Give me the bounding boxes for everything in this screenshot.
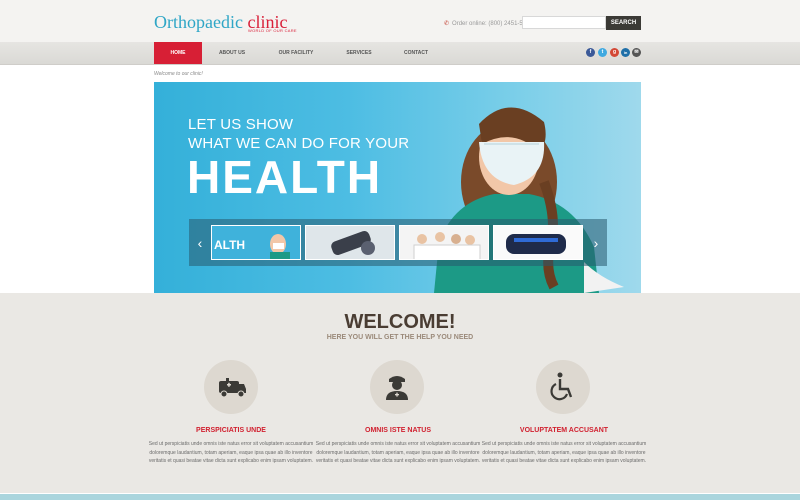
- chevron-right-icon[interactable]: ›: [589, 229, 603, 257]
- doctor-icon: [386, 376, 408, 400]
- welcome-title: WELCOME!: [344, 311, 456, 333]
- feature-circle-3: [536, 360, 590, 414]
- top-bar: [0, 0, 800, 42]
- phone-icon: ✆: [444, 21, 450, 27]
- thumb-team-image: [413, 232, 481, 259]
- email-icon[interactable]: ✉: [632, 48, 641, 57]
- nav-item-about-us[interactable]: ABOUT US: [206, 42, 258, 64]
- search-input[interactable]: [522, 16, 606, 29]
- hero-banner: LET US SHOW WHAT WE CAN DO FOR YOUR HEAL…: [154, 82, 641, 293]
- feature-title-1: PERSPICIATIS UNDE: [196, 427, 266, 434]
- thumbnail-carousel: ‹ ALTH ›: [189, 219, 607, 266]
- nav-item-contact[interactable]: CONTACT: [390, 42, 442, 64]
- thumb-nurse-image: [270, 234, 290, 259]
- facebook-icon[interactable]: f: [586, 48, 595, 57]
- carousel-thumb-4[interactable]: [493, 225, 583, 260]
- welcome-subtitle: HERE YOU WILL GET THE HELP YOU NEED: [326, 334, 474, 341]
- chevron-left-icon[interactable]: ‹: [193, 229, 207, 257]
- order-online: ✆ Order online: (800) 2451-5062: [444, 20, 533, 27]
- wheelchair-icon: [550, 372, 573, 401]
- feature-circle-1: [204, 360, 258, 414]
- thumb-device-image: [331, 230, 375, 256]
- feature-text-1: Sed ut perspiciatis unde omnis iste natu…: [148, 441, 314, 465]
- breadcrumb: Welcome to our clinic!: [154, 71, 203, 77]
- nav-item-services[interactable]: SERVICES: [334, 42, 384, 64]
- carousel-thumb-3[interactable]: [399, 225, 489, 260]
- twitter-icon[interactable]: t: [598, 48, 607, 57]
- footer-strip: [0, 494, 800, 500]
- feature-circle-2: [370, 360, 424, 414]
- nav-item-our-facility[interactable]: OUR FACILITY: [264, 42, 328, 64]
- linkedin-icon[interactable]: in: [621, 48, 630, 57]
- google-plus-icon[interactable]: g: [610, 48, 619, 57]
- ambulance-icon: [219, 378, 246, 398]
- logo-main: Orthopaedic: [154, 12, 243, 32]
- carousel-thumb-2[interactable]: [305, 225, 395, 260]
- thumb-brace-image: [506, 234, 566, 254]
- nav-item-home[interactable]: HOME: [154, 42, 202, 64]
- feature-title-2: OMNIS ISTE NATUS: [365, 427, 431, 434]
- feature-text-2: Sed ut perspiciatis unde omnis iste natu…: [315, 441, 481, 465]
- search-button[interactable]: SEARCH: [606, 16, 641, 30]
- feature-title-3: VOLUPTATEM ACCUSANT: [519, 427, 609, 434]
- logo-tagline: WORLD OF OUR CARE: [248, 28, 297, 33]
- hero-line-1: LET US SHOW: [188, 116, 294, 133]
- feature-text-3: Sed ut perspiciatis unde omnis iste natu…: [481, 441, 647, 465]
- hero-headline: HEALTH: [187, 151, 383, 203]
- order-text: Order online: (800) 2451-5062: [452, 21, 533, 27]
- carousel-thumb-1[interactable]: ALTH: [211, 225, 301, 260]
